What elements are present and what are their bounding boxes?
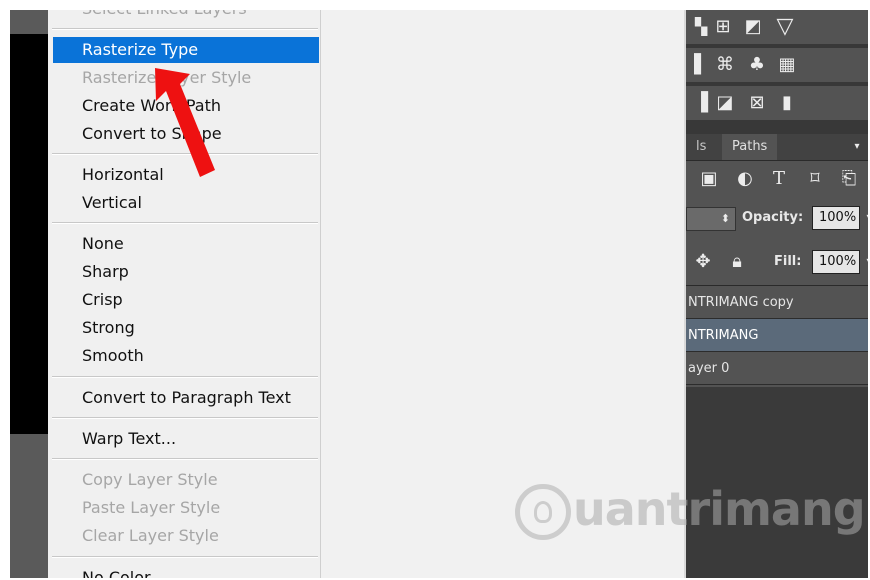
- curves-icon[interactable]: ⊞: [712, 16, 734, 38]
- menu-item-create-work-path[interactable]: Create Work Path: [48, 93, 320, 119]
- menu-item-horizontal[interactable]: Horizontal: [48, 162, 320, 188]
- layer-row[interactable]: ayer 0: [686, 352, 868, 385]
- menu-item-clear-layer-style: Clear Layer Style: [82, 526, 219, 545]
- menu-item-convert-to-paragraph-text[interactable]: Convert to Paragraph Text: [48, 385, 320, 411]
- photo-filter-icon[interactable]: ⌘: [714, 54, 736, 76]
- watermark: uantrimang: [515, 476, 866, 556]
- lightbulb-logo-icon: [515, 484, 571, 540]
- menu-item-strong[interactable]: Strong: [48, 315, 320, 341]
- menu-item-smooth[interactable]: Smooth: [48, 343, 320, 369]
- menu-separator: [52, 222, 318, 224]
- menu-item-vertical[interactable]: Vertical: [48, 190, 320, 216]
- context-menu: Select Linked Layers Rasterize Type Rast…: [48, 10, 321, 578]
- menu-item-select-linked-layers: Select Linked Layers: [48, 10, 320, 22]
- exposure-icon[interactable]: ◩: [742, 16, 764, 38]
- lock-icon[interactable]: 🔒︎: [726, 251, 748, 273]
- menu-item-warp-text[interactable]: Warp Text...: [48, 426, 320, 452]
- layer-row-active[interactable]: NTRIMANG: [686, 319, 868, 352]
- panel-menu-icon[interactable]: ▾: [846, 136, 868, 158]
- opacity-label: Opacity:: [742, 210, 804, 225]
- menu-item-none[interactable]: None: [48, 231, 320, 257]
- opacity-row: ⬍ Opacity: 100% ▾: [686, 197, 868, 241]
- menu-separator: [52, 153, 318, 155]
- menu-item-rasterize-type[interactable]: Rasterize Type: [53, 37, 319, 63]
- menu-item-rasterize-layer-style: Rasterize Layer Style: [82, 68, 252, 87]
- toolbar-row-3: ▐ ◪ ⊠ ▮: [686, 86, 868, 120]
- fill-input[interactable]: 100%: [812, 250, 860, 274]
- menu-item-convert-to-shape[interactable]: Convert to Shape: [48, 121, 320, 147]
- adjust-icon[interactable]: ▚: [690, 16, 712, 38]
- invert-icon[interactable]: ▐: [690, 92, 712, 114]
- menu-separator: [52, 28, 318, 30]
- color-lookup-icon[interactable]: ♣: [746, 54, 768, 76]
- shape-filter-icon[interactable]: ⌑: [804, 168, 826, 190]
- menu-separator: [52, 556, 318, 558]
- fill-dropdown-icon[interactable]: ▾: [858, 251, 868, 273]
- channel-mixer-icon[interactable]: ▌: [690, 54, 712, 76]
- adjustment-filter-icon[interactable]: ◐: [734, 168, 756, 190]
- gradient-icon[interactable]: ▮: [776, 92, 798, 114]
- menu-item-no-color[interactable]: No Color: [48, 565, 320, 578]
- type-filter-icon[interactable]: T: [768, 168, 790, 190]
- tab-paths[interactable]: Paths: [722, 134, 778, 160]
- fill-label: Fill:: [774, 254, 802, 269]
- stepper-icon: ⬍: [720, 212, 730, 225]
- menu-item-crisp[interactable]: Crisp: [48, 287, 320, 313]
- blend-mode-select[interactable]: ⬍: [686, 207, 736, 231]
- app-window: Select Linked Layers Rasterize Type Rast…: [10, 10, 868, 578]
- selective-color-icon[interactable]: ⊠: [746, 92, 768, 114]
- menu-item-copy-layer-style: Copy Layer Style: [82, 470, 218, 489]
- toolbar-row-1: ▚ ⊞ ◩ ▽: [686, 10, 868, 44]
- opacity-input[interactable]: 100%: [812, 206, 860, 230]
- document-area-dark: [10, 34, 48, 434]
- tab-channels[interactable]: ls: [686, 134, 716, 160]
- image-filter-icon[interactable]: ▣: [698, 168, 720, 190]
- threshold-icon[interactable]: ◪: [714, 92, 736, 114]
- menu-separator: [52, 376, 318, 378]
- menu-item-sharp[interactable]: Sharp: [48, 259, 320, 285]
- fill-row: ✥ 🔒︎ Fill: 100% ▾: [686, 241, 868, 286]
- toolbar-row-2: ▌ ⌘ ♣ ▦: [686, 48, 868, 82]
- smart-object-filter-icon[interactable]: ⎗: [838, 168, 860, 190]
- menu-item-paste-layer-style: Paste Layer Style: [82, 498, 221, 517]
- grid-icon[interactable]: ▦: [776, 54, 798, 76]
- watermark-text: uantrimang: [573, 482, 866, 536]
- opacity-dropdown-icon[interactable]: ▾: [858, 207, 868, 229]
- menu-separator: [52, 417, 318, 419]
- move-lock-icon[interactable]: ✥: [692, 251, 714, 273]
- gradient-map-icon[interactable]: ▽: [774, 16, 796, 38]
- layer-filter-row: ▣ ◐ T ⌑ ⎗: [686, 161, 868, 197]
- layer-row[interactable]: NTRIMANG copy: [686, 286, 868, 319]
- panel-tabs: ls Paths ▾: [686, 134, 868, 161]
- menu-separator: [52, 458, 318, 460]
